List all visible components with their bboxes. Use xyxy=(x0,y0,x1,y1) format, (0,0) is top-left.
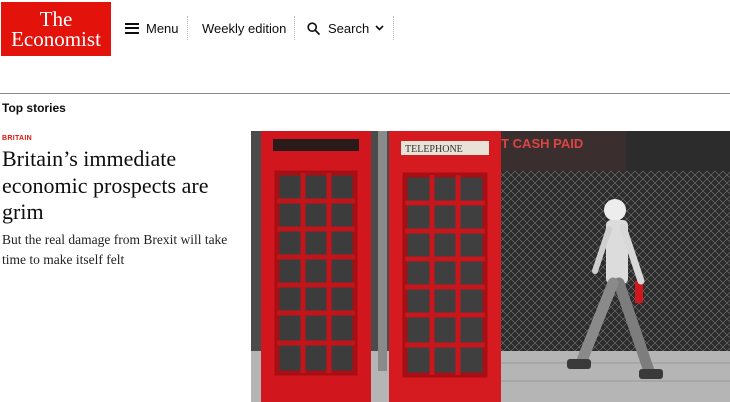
story-kicker[interactable]: BRITAIN xyxy=(2,135,32,142)
search-label: Search xyxy=(328,20,370,36)
site-header: The Economist Menu Weekly edition Search xyxy=(0,0,730,58)
nav-divider xyxy=(393,16,394,40)
logo-line-2: Economist xyxy=(11,27,101,51)
menu-icon xyxy=(125,22,139,34)
top-stories-heading: Top stories xyxy=(2,101,66,115)
section-rule xyxy=(0,93,730,94)
phone-box-photo: OT CASH PAID TELEPHONE xyxy=(251,131,730,402)
story-image[interactable]: OT CASH PAID TELEPHONE xyxy=(251,131,730,402)
story-rubric: But the real damage from Brexit will tak… xyxy=(2,232,228,267)
search-button[interactable]: Search xyxy=(307,18,392,38)
telephone-sign-text: TELEPHONE xyxy=(405,144,463,155)
search-icon xyxy=(307,21,320,35)
story-headline[interactable]: Britain’s immediate economic prospects a… xyxy=(2,146,242,226)
menu-label: Menu xyxy=(146,20,179,36)
weekly-edition-label: Weekly edition xyxy=(202,20,287,36)
nav-divider xyxy=(294,16,295,40)
weekly-edition-link[interactable]: Weekly edition xyxy=(202,18,286,38)
shop-sign-text: OT CASH PAID xyxy=(491,136,583,151)
nav-divider xyxy=(187,16,188,40)
chevron-down-icon xyxy=(375,25,384,31)
economist-logo[interactable]: The Economist xyxy=(1,2,111,56)
menu-button[interactable]: Menu xyxy=(125,18,179,38)
